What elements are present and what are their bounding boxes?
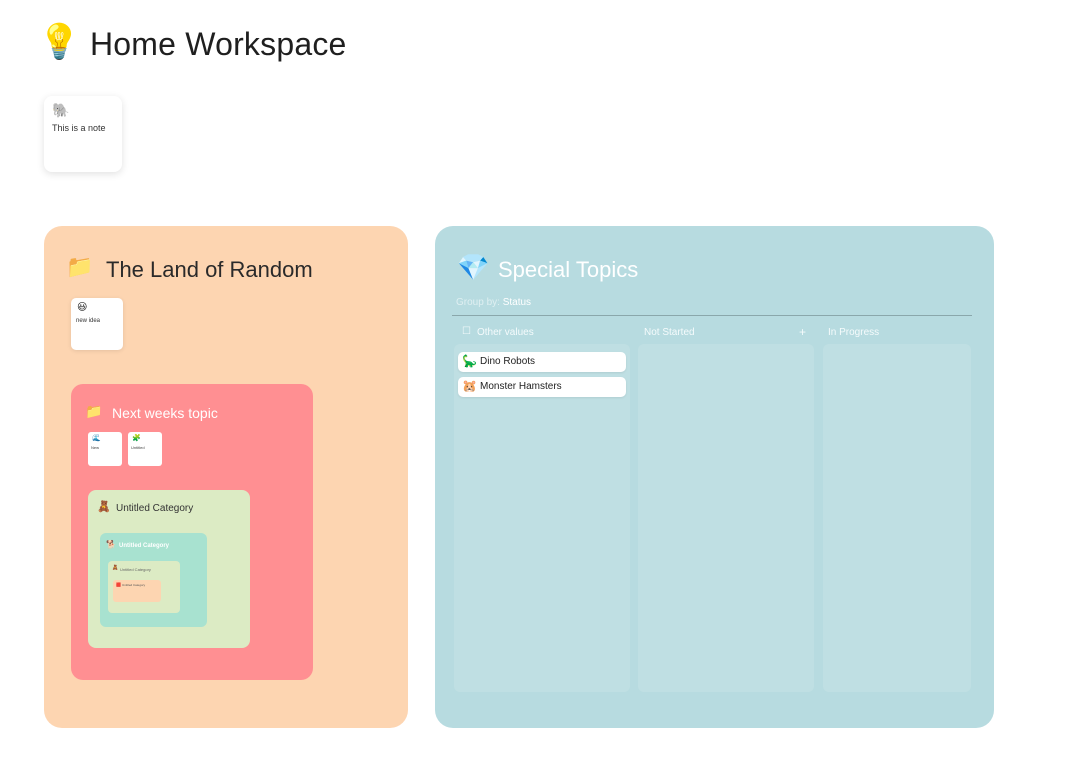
- hamster-icon: 🐹: [462, 379, 477, 393]
- dog-icon: 🐕: [106, 540, 116, 549]
- wave-icon: 🌊: [92, 434, 101, 442]
- note-card[interactable]: 🧩 Untitled: [128, 432, 162, 466]
- category-untitled[interactable]: 🧸 Untitled Category 🐕 Untitled Category …: [88, 490, 250, 648]
- board-card[interactable]: 🦕 Dino Robots: [458, 352, 626, 372]
- column-header: Other values: [477, 327, 534, 338]
- category-title[interactable]: Next weeks topic: [112, 405, 218, 421]
- category-untitled[interactable]: 🐕 Untitled Category 🧸 Untitled Category …: [100, 533, 207, 627]
- gem-icon: 💎: [457, 253, 490, 283]
- category-title[interactable]: Untitled Category: [119, 543, 169, 549]
- folder-icon: 📁: [66, 255, 94, 280]
- category-untitled[interactable]: 🧸 Untitled Category 🟥 Untitled Category: [108, 561, 180, 613]
- category-title[interactable]: Untitled Category: [120, 567, 151, 572]
- column-header: In Progress: [828, 327, 880, 338]
- category-special-topics[interactable]: 💎 Special Topics Group by: Status ☐ Othe…: [435, 226, 994, 728]
- board-column-not-started[interactable]: [638, 344, 814, 692]
- note-text: new idea: [76, 318, 101, 324]
- note-card[interactable]: 🐘 This is a note: [44, 96, 122, 172]
- note-text: Untitled: [131, 445, 145, 450]
- board-card[interactable]: 🐹 Monster Hamsters: [458, 377, 626, 397]
- group-by-control[interactable]: Group by: Status: [456, 297, 531, 308]
- dinosaur-icon: 🦕: [462, 354, 477, 368]
- note-card[interactable]: 😃 new idea: [71, 298, 123, 350]
- card-title: Monster Hamsters: [480, 381, 562, 392]
- category-untitled[interactable]: 🟥 Untitled Category: [113, 580, 161, 602]
- note-text: New: [91, 445, 100, 450]
- divider: [452, 315, 972, 316]
- lightbulb-icon: 💡: [38, 22, 81, 62]
- elephant-icon: 🐘: [52, 103, 70, 119]
- category-title[interactable]: Untitled Category: [122, 583, 145, 587]
- puzzle-icon: 🧩: [132, 434, 141, 442]
- note-text: This is a note: [52, 123, 106, 133]
- card-title: Dino Robots: [480, 356, 536, 367]
- column-header: Not Started: [644, 327, 695, 338]
- smiley-icon: 😃: [77, 302, 88, 313]
- note-card[interactable]: 🌊 New: [88, 432, 122, 466]
- category-next-weeks-topic[interactable]: 📁 Next weeks topic 🌊 New 🧩 Untitled 🧸 Un…: [71, 384, 313, 680]
- group-by-value[interactable]: Status: [503, 297, 531, 308]
- teddy-bear-icon: 🧸: [97, 500, 111, 513]
- category-title[interactable]: The Land of Random: [106, 257, 313, 283]
- board-column-in-progress[interactable]: [823, 344, 971, 692]
- teddy-bear-icon: 🧸: [112, 565, 119, 571]
- category-title[interactable]: Untitled Category: [116, 503, 193, 514]
- folder-icon: 📁: [85, 404, 103, 420]
- category-land-of-random[interactable]: 📁 The Land of Random 😃 new idea 📁 Next w…: [44, 226, 408, 728]
- add-icon[interactable]: +: [799, 325, 806, 339]
- square-icon: 🟥: [116, 582, 121, 587]
- group-by-label: Group by:: [456, 297, 500, 308]
- page-title: Home Workspace: [90, 26, 347, 62]
- category-title[interactable]: Special Topics: [498, 257, 638, 283]
- archive-icon: ☐: [462, 326, 471, 337]
